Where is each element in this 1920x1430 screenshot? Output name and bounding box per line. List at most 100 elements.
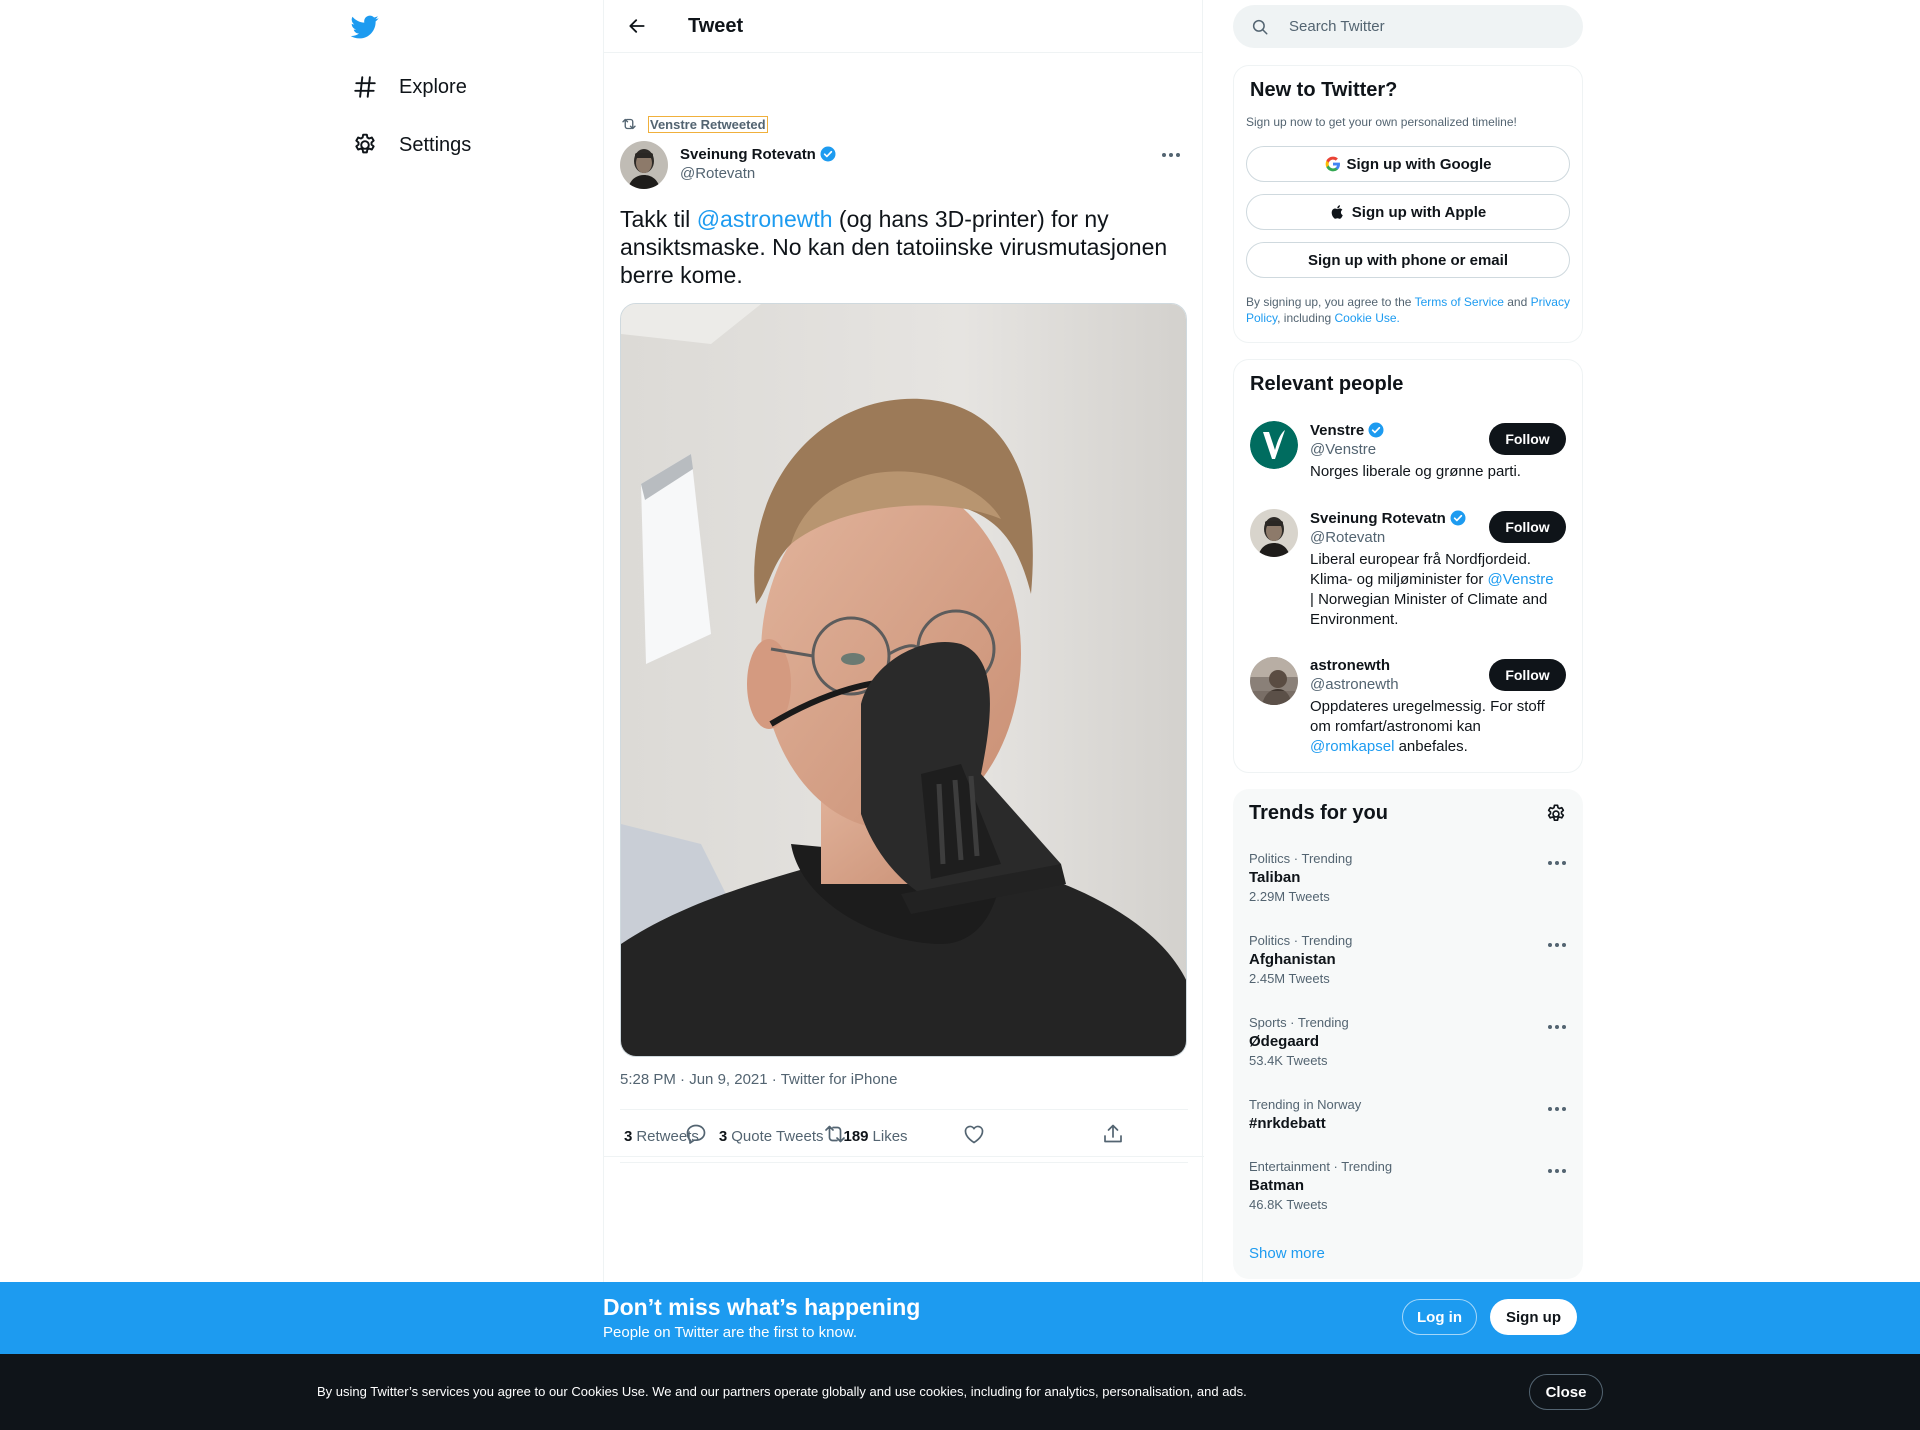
more-dots-icon[interactable] bbox=[1545, 1101, 1569, 1117]
trend-name: #nrkdebatt bbox=[1249, 1115, 1326, 1132]
author-handle[interactable]: @Rotevatn bbox=[680, 165, 837, 182]
page-title: Tweet bbox=[688, 14, 744, 37]
arrow-left-icon bbox=[629, 19, 645, 33]
trend-name: Afghanistan bbox=[1249, 951, 1336, 968]
trends-title: Trends for you bbox=[1249, 802, 1388, 824]
trend-name: Ødegaard bbox=[1249, 1033, 1320, 1050]
relevant-people-card: Relevant people Venstre @Venstre Norges … bbox=[1233, 359, 1583, 773]
signup-google-label: Sign up with Google bbox=[1346, 155, 1492, 173]
tweet-actions bbox=[604, 1110, 1204, 1157]
verified-badge-icon bbox=[1450, 510, 1466, 526]
bio-mention-link[interactable]: @romkapsel bbox=[1310, 738, 1394, 755]
signup-phone-label: Sign up with phone or email bbox=[1307, 251, 1508, 269]
more-dots-icon[interactable] bbox=[1545, 1163, 1569, 1179]
tweet-time[interactable]: 5:28 PM bbox=[620, 1071, 676, 1088]
person-name[interactable]: Venstre bbox=[1310, 422, 1364, 439]
trend-meta: Sports · Trending bbox=[1249, 1015, 1349, 1030]
nav-explore-label: Explore bbox=[399, 75, 467, 98]
cookie-use-link[interactable]: Cookie Use. bbox=[1335, 311, 1400, 325]
search-icon bbox=[1252, 19, 1268, 34]
follow-button[interactable]: Follow bbox=[1489, 423, 1566, 455]
follow-button[interactable]: Follow bbox=[1489, 659, 1566, 691]
verified-badge-icon bbox=[820, 146, 836, 162]
tweet-mention-link[interactable]: @astronewth bbox=[697, 206, 833, 232]
tweet-author: Sveinung Rotevatn @Rotevatn bbox=[620, 141, 837, 189]
more-dots-icon[interactable] bbox=[1545, 937, 1569, 953]
search-box[interactable] bbox=[1233, 5, 1583, 48]
more-dots-icon[interactable] bbox=[1545, 855, 1569, 871]
retweet-icon[interactable] bbox=[823, 1122, 847, 1146]
author-avatar[interactable] bbox=[620, 141, 668, 189]
trend-item[interactable]: Trending in Norway #nrkdebatt bbox=[1249, 1097, 1569, 1132]
login-button[interactable]: Log in bbox=[1402, 1299, 1477, 1335]
nav-settings-label: Settings bbox=[399, 133, 472, 156]
trend-meta: Trending in Norway bbox=[1249, 1097, 1362, 1112]
tweet-timestamp: 5:28 PM · Jun 9, 2021 · Twitter for iPho… bbox=[620, 1071, 897, 1088]
person-bio: Oppdateres uregelmessig. For stoff om ro… bbox=[1310, 697, 1560, 757]
signup-google-button[interactable]: Sign up with Google bbox=[1246, 146, 1570, 182]
trend-meta: Politics · Trending bbox=[1249, 933, 1353, 948]
trend-count: 53.4K Tweets bbox=[1249, 1053, 1328, 1068]
trend-name: Taliban bbox=[1249, 869, 1301, 886]
tweet-text-start: Takk til bbox=[620, 206, 697, 232]
reply-icon[interactable] bbox=[684, 1122, 708, 1146]
nav-settings[interactable]: Settings bbox=[352, 125, 471, 165]
signup-button[interactable]: Sign up bbox=[1490, 1299, 1577, 1335]
twitter-bird-icon[interactable] bbox=[350, 13, 380, 41]
trends-card: Trends for you Politics · Trending Talib… bbox=[1233, 789, 1583, 1279]
show-more-link[interactable]: Show more bbox=[1249, 1245, 1325, 1262]
signup-phone-email-button[interactable]: Sign up with phone or email bbox=[1246, 242, 1570, 278]
person-bio: Norges liberale og grønne parti. bbox=[1310, 463, 1521, 480]
search-input[interactable] bbox=[1289, 18, 1549, 35]
like-icon[interactable] bbox=[962, 1122, 986, 1146]
trend-count: 2.45M Tweets bbox=[1249, 971, 1330, 986]
signup-title: New to Twitter? bbox=[1250, 79, 1398, 101]
banner-subtitle: People on Twitter are the first to know. bbox=[603, 1324, 858, 1341]
main-header: Tweet bbox=[604, 0, 1202, 53]
tweet-photo[interactable] bbox=[620, 303, 1187, 1057]
tweet-text: Takk til @astronewth (og hans 3D-printer… bbox=[620, 205, 1188, 289]
tweet-source[interactable]: Twitter for iPhone bbox=[781, 1071, 898, 1088]
tweet-more-button[interactable] bbox=[1156, 145, 1186, 165]
legal-text-1: By signing up, you agree to the bbox=[1246, 295, 1415, 309]
signup-subtitle: Sign up now to get your own personalized… bbox=[1246, 115, 1517, 129]
bio-text: | Norwegian Minister of Climate and Envi… bbox=[1310, 591, 1548, 628]
cookie-close-button[interactable]: Close bbox=[1529, 1374, 1603, 1410]
trend-meta: Entertainment · Trending bbox=[1249, 1159, 1393, 1174]
author-name[interactable]: Sveinung Rotevatn bbox=[680, 146, 816, 163]
nav-explore[interactable]: Explore bbox=[352, 67, 467, 107]
gear-icon[interactable] bbox=[1545, 803, 1567, 825]
hashtag-icon bbox=[354, 76, 376, 98]
back-button[interactable] bbox=[620, 9, 654, 43]
person-bio: Liberal europear frå Nordfjordeid. Klima… bbox=[1310, 550, 1560, 630]
apple-icon bbox=[1331, 205, 1343, 219]
bio-text: Oppdateres uregelmessig. For stoff om ro… bbox=[1310, 698, 1545, 735]
follow-button[interactable]: Follow bbox=[1489, 511, 1566, 543]
trend-item[interactable]: Politics · Trending Taliban 2.29M Tweets bbox=[1249, 851, 1569, 904]
share-icon[interactable] bbox=[1101, 1122, 1125, 1146]
person-name[interactable]: Sveinung Rotevatn bbox=[1310, 510, 1446, 527]
trend-item[interactable]: Entertainment · Trending Batman 46.8K Tw… bbox=[1249, 1159, 1569, 1212]
person-avatar[interactable] bbox=[1250, 421, 1298, 469]
relevant-people-title: Relevant people bbox=[1250, 373, 1404, 395]
trend-item[interactable]: Politics · Trending Afghanistan 2.45M Tw… bbox=[1249, 933, 1569, 986]
person-avatar[interactable] bbox=[1250, 657, 1298, 705]
trend-item[interactable]: Sports · Trending Ødegaard 53.4K Tweets bbox=[1249, 1015, 1569, 1068]
tweet-date[interactable]: Jun 9, 2021 bbox=[689, 1071, 767, 1088]
legal-text-2: and bbox=[1503, 295, 1531, 309]
signup-apple-button[interactable]: Sign up with Apple bbox=[1246, 194, 1570, 230]
retweeted-by-link[interactable]: Venstre Retweeted bbox=[648, 115, 768, 133]
bio-mention-link[interactable]: @Venstre bbox=[1488, 571, 1554, 588]
google-icon bbox=[1325, 156, 1340, 172]
more-dots-icon bbox=[1162, 153, 1180, 157]
more-dots-icon[interactable] bbox=[1545, 1019, 1569, 1035]
legal-text-3: , including bbox=[1277, 311, 1335, 325]
signup-apple-label: Sign up with Apple bbox=[1351, 203, 1487, 221]
person-name[interactable]: astronewth bbox=[1310, 657, 1390, 674]
signup-card: New to Twitter? Sign up now to get your … bbox=[1233, 65, 1583, 343]
person-avatar[interactable] bbox=[1250, 509, 1298, 557]
verified-badge-icon bbox=[1368, 422, 1384, 438]
signup-legal-text: By signing up, you agree to the Terms of… bbox=[1246, 294, 1576, 326]
terms-link[interactable]: Terms of Service bbox=[1415, 295, 1504, 309]
cookie-text: By using Twitter’s services you agree to… bbox=[317, 1384, 1247, 1399]
